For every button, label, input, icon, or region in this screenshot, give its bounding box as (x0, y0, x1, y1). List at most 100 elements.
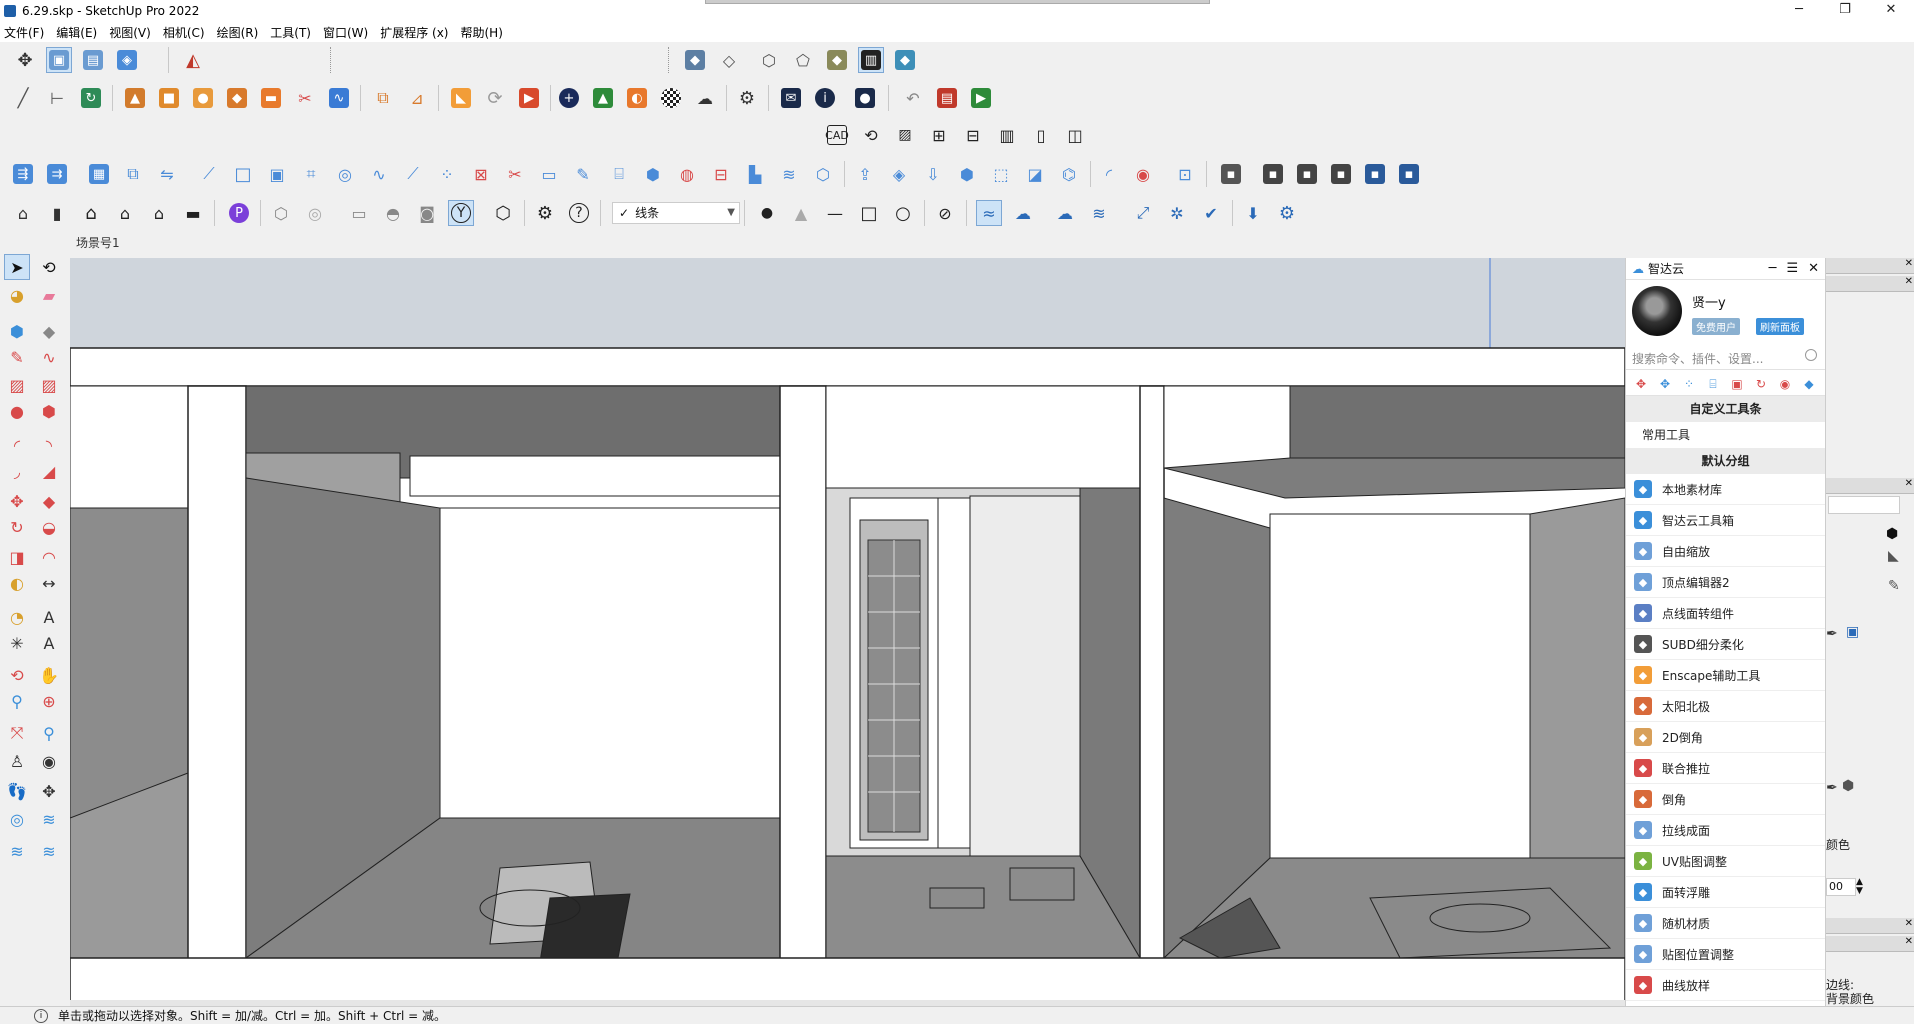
panel-tool-item[interactable]: ◆ 自由缩放 (1626, 536, 1825, 567)
panel-menu-button[interactable]: ☰ (1786, 258, 1798, 280)
diamond-icon[interactable]: ◆ (1800, 375, 1818, 393)
tray-header-1[interactable]: ✕ (1826, 258, 1914, 274)
y-axis-icon[interactable]: Y (448, 200, 474, 226)
section-plane-icon[interactable]: ⇶ (10, 161, 36, 187)
rotate-icon[interactable]: ↻ (4, 514, 30, 540)
top-view-icon[interactable]: ▤ (80, 47, 106, 73)
previous-view-icon[interactable]: ⚲ (36, 720, 62, 746)
help-icon[interactable]: ? (566, 200, 592, 226)
grid-dots-icon[interactable]: ⁘ (434, 161, 460, 187)
download-icon[interactable]: ⇩ (920, 161, 946, 187)
eye-icon[interactable]: ◉ (1130, 161, 1156, 187)
search-input[interactable]: 搜索命令、插件、设置... (1626, 346, 1825, 370)
section-fill-tool-icon[interactable]: ≋ (4, 838, 30, 864)
cylinder-icon[interactable]: ⌬ (1056, 161, 1082, 187)
rotated-rect-icon[interactable]: ▨ (36, 372, 62, 398)
menu-window[interactable]: 窗口(W) (323, 24, 368, 41)
menu-extensions[interactable]: 扩展程序 (x) (380, 24, 448, 41)
dot-icon[interactable]: ● (754, 200, 780, 226)
solid-tool-4-icon[interactable]: ▪ (1328, 161, 1354, 187)
sphere-icon[interactable]: ◍ (674, 161, 700, 187)
follow-me-tool-icon[interactable]: ◒ (36, 514, 62, 540)
monochrome-style-icon[interactable]: ▥ (858, 47, 884, 73)
look-around-icon[interactable]: ◉ (36, 748, 62, 774)
tray-input[interactable] (1828, 496, 1900, 514)
component-icon[interactable]: ⬢ (4, 318, 30, 344)
minimize-button[interactable]: ─ (1776, 0, 1822, 22)
tray-monitor-icon[interactable]: ▣ (1846, 624, 1859, 640)
menu-draw[interactable]: 绘图(R) (217, 24, 259, 41)
tape-tool-icon[interactable]: ╱ (10, 85, 36, 111)
cube-icon[interactable]: ⬢ (954, 161, 980, 187)
tray-pencil-icon[interactable]: ✎ (1888, 578, 1900, 594)
align-icon[interactable]: ▦ (86, 161, 112, 187)
camera-icon[interactable]: ◙ (414, 200, 440, 226)
move-icon[interactable]: ✥ (4, 488, 30, 514)
solid-tool-1-icon[interactable]: ▪ (1218, 161, 1244, 187)
solid-tool-3-icon[interactable]: ▪ (1294, 161, 1320, 187)
refresh-red-icon[interactable]: ↻ (1752, 375, 1770, 393)
panel-tool-item[interactable]: ◆ SUBD细分柔化 (1626, 629, 1825, 660)
window-grid-icon[interactable]: ⊟ (960, 122, 986, 148)
window-red-icon[interactable]: ▣ (1728, 375, 1746, 393)
avatar[interactable] (1632, 286, 1682, 336)
gear-blue-icon[interactable]: ⚙ (1274, 200, 1300, 226)
resize-icon[interactable]: ⤢ (1130, 200, 1156, 226)
bucket-icon[interactable]: ⌸ (1704, 375, 1722, 393)
sun-icon[interactable]: ◐ (624, 85, 650, 111)
remove-icon[interactable]: ⊟ (708, 161, 734, 187)
stack-icon[interactable]: ▭ (536, 161, 562, 187)
solid-tool-5-icon[interactable]: ▪ (1362, 161, 1388, 187)
arc-2pt-icon[interactable]: ◝ (36, 432, 62, 458)
report-icon[interactable]: ▤ (934, 85, 960, 111)
move-red-icon[interactable]: ✥ (1632, 375, 1650, 393)
component-settings-icon[interactable]: ⚙ (532, 200, 558, 226)
wall-icon[interactable]: ⌗ (298, 161, 324, 187)
solid-tool-6-icon[interactable]: ▪ (1396, 161, 1422, 187)
tray-close-icon-3[interactable]: ✕ (1905, 918, 1913, 929)
text-icon[interactable]: A (36, 604, 62, 630)
shop-icon[interactable]: ▬ (180, 200, 206, 226)
3d-text-icon[interactable]: A (36, 630, 62, 656)
plugin-p-icon[interactable]: P (226, 200, 252, 226)
tray-header-4[interactable]: ✕ (1826, 918, 1914, 934)
frame-icon[interactable]: ⊡ (1172, 161, 1198, 187)
orbit-blue-icon[interactable]: ✥ (1656, 375, 1674, 393)
material-checker-icon[interactable] (658, 85, 684, 111)
arc-3pt-icon[interactable]: ◞ (4, 458, 30, 484)
rectangle-icon[interactable]: ▨ (4, 372, 30, 398)
enscape-video-icon[interactable]: ▶ (516, 85, 542, 111)
basket-icon[interactable]: ⌸ (606, 161, 632, 187)
panel-tool-item[interactable]: ◆ 本地素材库 (1626, 474, 1825, 505)
user-account-icon[interactable]: ● (852, 85, 878, 111)
xray-style-icon[interactable]: ◆ (682, 47, 708, 73)
paint-bucket-icon[interactable]: ◕ (4, 282, 30, 308)
pencil-icon[interactable]: ✎ (4, 344, 30, 370)
panel-tool-item[interactable]: ◆ 倒角 (1626, 784, 1825, 815)
tray-triangle-icon[interactable]: ◣ (1888, 548, 1899, 564)
dash-line-icon[interactable]: — (822, 200, 848, 226)
circle-outline-icon[interactable]: ○ (890, 200, 916, 226)
pie-icon[interactable]: ◢ (36, 458, 62, 484)
settings-gear-icon[interactable]: ⚙ (734, 85, 760, 111)
walk-icon[interactable]: 👣 (4, 778, 30, 804)
menu-file[interactable]: 文件(F) (4, 24, 44, 41)
camera-video-icon[interactable]: ▭ (346, 200, 372, 226)
refresh-panel-button[interactable]: 刷新面板 (1756, 318, 1804, 335)
tape-measure-icon[interactable]: ◐ (4, 570, 30, 596)
scatter-icon[interactable]: ⁘ (1680, 375, 1698, 393)
orbit-tool-icon[interactable]: ⟲ (4, 662, 30, 688)
protractor-icon[interactable]: ◔ (4, 604, 30, 630)
solid-tool-2-icon[interactable]: ▪ (1260, 161, 1286, 187)
export-icon[interactable]: ▶ (968, 85, 994, 111)
home-icon[interactable]: ⌂ (78, 200, 104, 226)
cabinet-icon[interactable]: ⊞ (926, 122, 952, 148)
bounding-icon[interactable]: ⬚ (988, 161, 1014, 187)
menu-edit[interactable]: 编辑(E) (56, 24, 97, 41)
scene-tab[interactable]: 场景号1 (70, 232, 126, 252)
ladder-icon[interactable]: ▥ (994, 122, 1020, 148)
cloud-upload-icon[interactable]: ☁ (692, 85, 718, 111)
tray-header-2[interactable]: ✕ (1826, 276, 1914, 292)
dimension-tool-icon[interactable]: ↔ (36, 570, 62, 596)
undo-curve-icon[interactable]: ↶ (900, 85, 926, 111)
